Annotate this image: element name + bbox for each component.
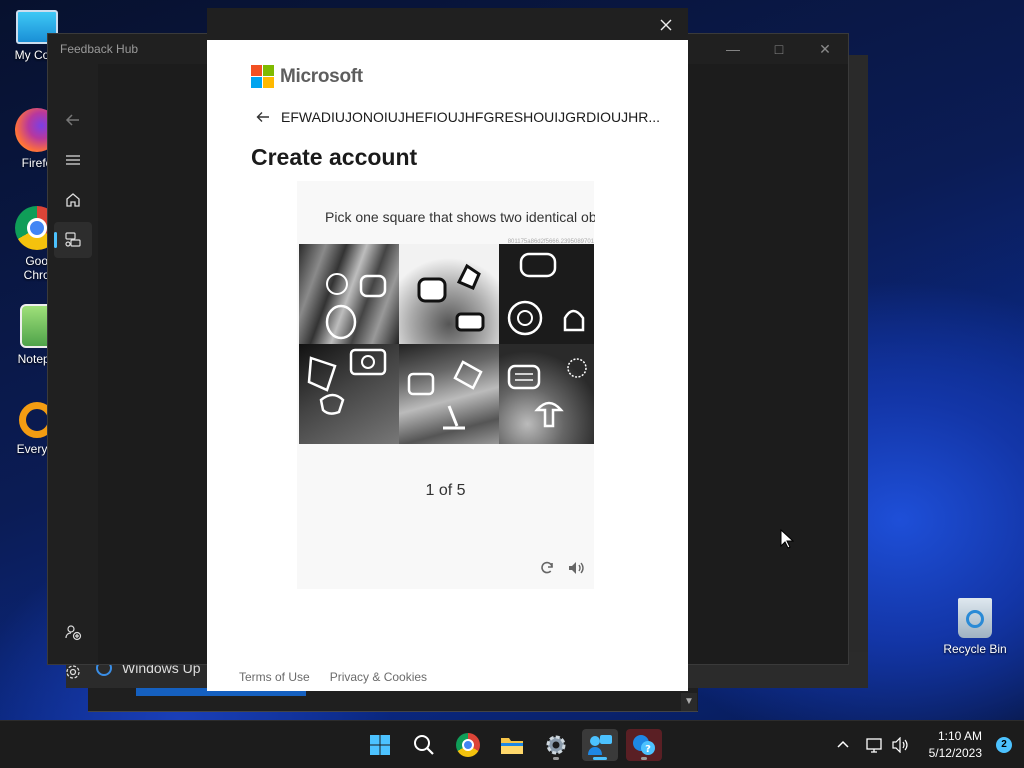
captcha-tile-4[interactable] xyxy=(299,344,399,444)
dialog-close-button[interactable] xyxy=(654,14,678,36)
start-button[interactable] xyxy=(362,729,398,761)
audio-button[interactable] xyxy=(568,559,586,577)
window-title: Feedback Hub xyxy=(60,42,139,56)
search-icon xyxy=(414,735,434,755)
add-person-icon xyxy=(65,625,82,641)
file-explorer-icon xyxy=(501,738,523,754)
start-icon xyxy=(370,735,390,755)
account-identifier: EFWADIUJONOIUJHEFIOUJHFGRESHOUIJGRDIOUJH… xyxy=(281,109,661,125)
menu-icon xyxy=(66,155,80,165)
captcha-tile-5[interactable] xyxy=(399,344,499,444)
feedback-button[interactable] xyxy=(54,222,92,258)
feedback-icon xyxy=(65,232,81,247)
close-icon xyxy=(660,19,672,31)
active-indicator xyxy=(593,757,607,760)
terms-of-use-link[interactable]: Terms of Use xyxy=(239,670,310,684)
settings-icon xyxy=(546,735,566,755)
get-help-icon: ? xyxy=(633,735,655,755)
captcha-tools xyxy=(538,559,586,577)
refresh-button[interactable] xyxy=(538,559,556,577)
back-icon xyxy=(65,114,79,126)
page-title: Create account xyxy=(251,144,418,170)
taskbar-search-button[interactable] xyxy=(406,729,442,761)
captcha-page-indicator: 1 of 5 xyxy=(425,482,466,499)
volume-icon xyxy=(892,737,908,753)
volume-tray-button[interactable] xyxy=(892,721,910,768)
microsoft-logo-icon xyxy=(251,65,274,88)
captcha-tile-6[interactable] xyxy=(499,344,594,444)
svg-text:?: ? xyxy=(645,744,651,755)
chrome-icon xyxy=(456,733,480,757)
refresh-icon xyxy=(541,561,553,574)
back-button[interactable] xyxy=(54,102,92,138)
privacy-cookies-link[interactable]: Privacy & Cookies xyxy=(330,670,427,684)
settings-icon xyxy=(66,665,80,679)
close-window-button[interactable]: ✕ xyxy=(802,34,848,64)
menu-button[interactable] xyxy=(54,142,92,178)
taskbar: ? 1:10 AM 5/12/2023 2 xyxy=(0,720,1024,768)
home-icon xyxy=(66,193,80,207)
running-indicator xyxy=(641,757,647,760)
clock-time: 1:10 AM xyxy=(937,729,982,743)
dialog-footer: Terms of Use Privacy & Cookies xyxy=(239,670,427,684)
mouse-cursor-icon xyxy=(780,529,794,549)
captcha-tile-1[interactable] xyxy=(299,244,399,344)
back-arrow-icon[interactable] xyxy=(255,109,271,125)
captcha-prompt: Pick one square that shows two identical… xyxy=(325,209,595,225)
desktop-icon-recycle-bin[interactable]: Recycle Bin xyxy=(941,598,1009,656)
taskbar-settings-button[interactable] xyxy=(538,729,574,761)
audio-icon xyxy=(569,562,584,574)
background-window-strip xyxy=(88,688,698,712)
chevron-up-icon xyxy=(837,740,849,748)
captcha-tile-3[interactable] xyxy=(499,244,594,344)
taskbar-feedback-hub-button[interactable] xyxy=(582,729,618,761)
taskbar-get-help-button[interactable]: ? xyxy=(626,729,662,761)
minimize-button[interactable]: — xyxy=(710,34,756,64)
account-back-row[interactable]: EFWADIUJONOIUJHEFIOUJHFGRESHOUIJGRDIOUJH… xyxy=(255,109,660,125)
dialog-titlebar[interactable] xyxy=(207,8,688,40)
brand-name: Microsoft xyxy=(280,65,363,87)
clock-date: 5/12/2023 xyxy=(928,746,982,760)
taskbar-file-explorer-button[interactable] xyxy=(494,729,530,761)
captcha-tile-2[interactable] xyxy=(399,244,499,344)
feedback-hub-nav xyxy=(48,64,98,679)
taskbar-chrome-button[interactable] xyxy=(450,729,486,761)
feedback-hub-icon xyxy=(588,735,612,755)
microsoft-logo: Microsoft xyxy=(251,65,363,88)
add-person-button[interactable] xyxy=(54,614,92,650)
clock[interactable]: 1:10 AM 5/12/2023 xyxy=(929,728,982,762)
show-hidden-icons-button[interactable] xyxy=(836,721,850,768)
create-account-dialog: Microsoft EFWADIUJONOIUJHEFIOUJHFGRESHOU… xyxy=(207,8,688,691)
maximize-button[interactable]: □ xyxy=(756,34,802,64)
home-button[interactable] xyxy=(54,182,92,218)
captcha-panel: Pick one square that shows two identical… xyxy=(297,181,595,589)
running-indicator xyxy=(553,757,559,760)
captcha-grid xyxy=(299,244,594,444)
scroll-down-arrow[interactable]: ▼ xyxy=(681,693,697,711)
settings-button[interactable] xyxy=(54,654,92,690)
recycle-bin-icon xyxy=(958,598,992,638)
notification-badge[interactable]: 2 xyxy=(996,737,1012,753)
network-icon xyxy=(866,738,882,753)
network-tray-button[interactable] xyxy=(866,721,884,768)
